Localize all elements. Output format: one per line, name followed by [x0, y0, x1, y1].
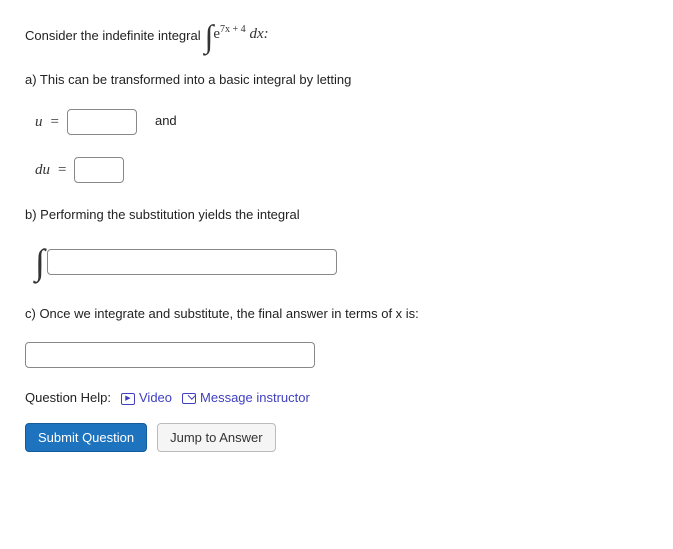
jump-to-answer-button[interactable]: Jump to Answer: [157, 423, 276, 452]
du-variable: du: [35, 158, 50, 182]
integrand-exponent: 7x + 4: [220, 24, 246, 35]
substitution-integral-row: ∫: [35, 244, 648, 280]
submit-question-button[interactable]: Submit Question: [25, 423, 147, 452]
message-link-label: Message instructor: [200, 388, 310, 409]
help-label: Question Help:: [25, 388, 111, 409]
part-a-text: a) This can be transformed into a basic …: [25, 70, 648, 91]
part-b-text: b) Performing the substitution yields th…: [25, 205, 648, 226]
integrand: e7x + 4 dx:: [213, 20, 268, 46]
u-input[interactable]: [67, 109, 137, 135]
equals-sign: =: [51, 110, 59, 134]
final-answer-row: [25, 342, 648, 368]
du-input[interactable]: [74, 157, 124, 183]
and-text: and: [155, 111, 177, 132]
substitution-input[interactable]: [47, 249, 337, 275]
prompt-line: Consider the indefinite integral ∫ e7x +…: [25, 20, 648, 52]
button-row: Submit Question Jump to Answer: [25, 423, 648, 452]
message-instructor-link[interactable]: Message instructor: [182, 388, 310, 409]
part-c-text: c) Once we integrate and substitute, the…: [25, 304, 648, 325]
integral-expression: ∫ e7x + 4 dx:: [205, 20, 269, 52]
integral-symbol-icon-2: ∫: [35, 244, 45, 280]
final-answer-input[interactable]: [25, 342, 315, 368]
mail-icon: [182, 393, 196, 404]
du-equation-row: du =: [35, 157, 648, 183]
u-variable: u: [35, 110, 43, 134]
integrand-dx: dx:: [249, 26, 268, 42]
prompt-prefix: Consider the indefinite integral: [25, 26, 201, 47]
video-icon: ▶: [121, 393, 135, 405]
question-body: Consider the indefinite integral ∫ e7x +…: [25, 20, 648, 452]
u-equation-row: u = and: [35, 109, 648, 135]
question-help-row: Question Help: ▶ Video Message instructo…: [25, 388, 648, 409]
equals-sign-2: =: [58, 158, 66, 182]
integral-symbol-icon: ∫: [205, 20, 214, 52]
video-link-label: Video: [139, 388, 172, 409]
video-link[interactable]: ▶ Video: [121, 388, 172, 409]
